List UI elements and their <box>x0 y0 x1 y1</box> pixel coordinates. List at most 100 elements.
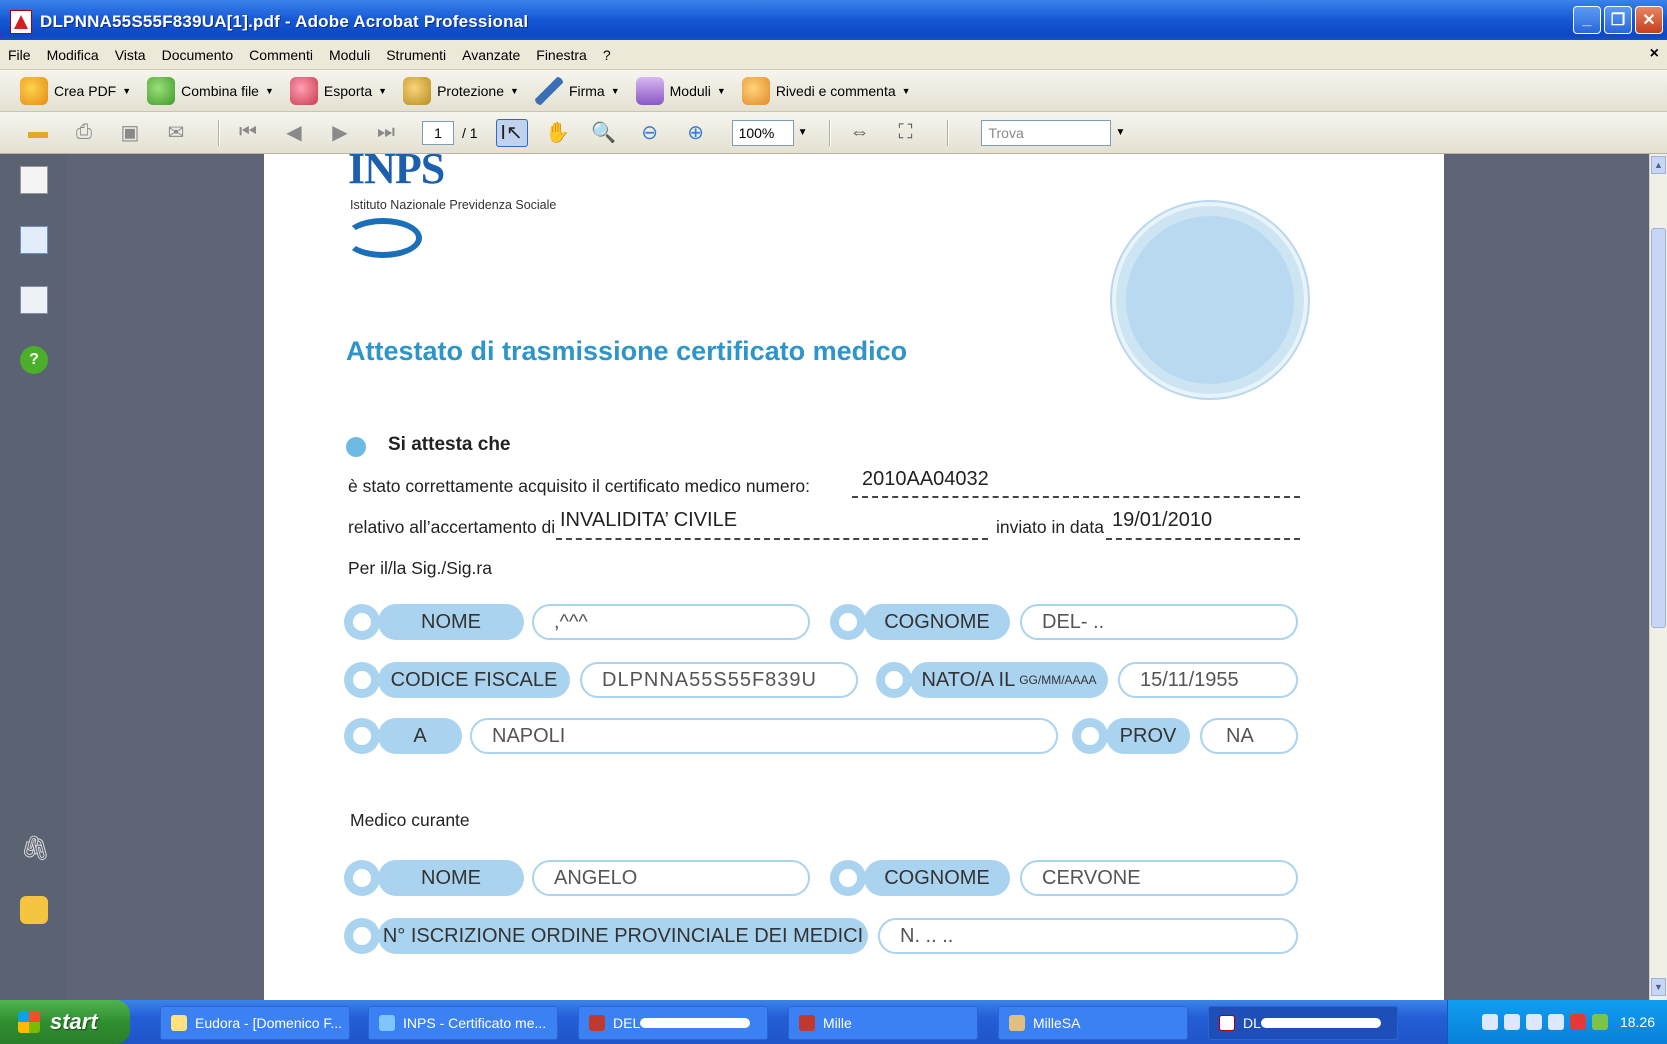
find-dropdown-icon[interactable]: ▼ <box>1115 127 1125 138</box>
start-label: start <box>50 1009 98 1034</box>
menu-modifica[interactable]: Modifica <box>39 47 107 63</box>
menu-moduli[interactable]: Moduli <box>321 47 378 63</box>
task-millesa-label: MilleSA <box>1033 1015 1081 1031</box>
firma-button[interactable]: Firma ▼ <box>534 76 620 105</box>
iscrizione-field: N. .. .. <box>878 918 1298 954</box>
forms-icon <box>635 76 664 105</box>
rivedi-commenta-label: Rivedi e commenta <box>775 82 896 99</box>
previous-page-icon[interactable]: ◀ <box>278 119 310 147</box>
task-del-label: DEL <box>613 1015 641 1031</box>
scroll-thumb[interactable] <box>1651 228 1666 628</box>
inviato-date: 19/01/2010 <box>1112 509 1213 531</box>
comment-icon <box>741 76 770 105</box>
tray-icon[interactable] <box>1591 1014 1608 1030</box>
document-area: INPS Istituto Nazionale Previdenza Socia… <box>66 154 1649 1000</box>
hand-tool-icon[interactable]: ✋ <box>542 119 574 147</box>
email-icon[interactable]: ✉ <box>160 119 192 147</box>
combina-file-button[interactable]: Combina file ▼ <box>147 76 274 105</box>
fit-page-icon[interactable]: ⛶ <box>889 119 921 147</box>
crea-pdf-label: Crea PDF <box>54 82 117 99</box>
minimize-button[interactable]: _ <box>1573 6 1601 34</box>
fit-width-icon[interactable]: ⇔ <box>843 119 875 147</box>
task-mille[interactable]: Mille <box>788 1006 978 1040</box>
menu-vista[interactable]: Vista <box>107 47 154 63</box>
task-acrobat[interactable]: DL <box>1208 1006 1398 1040</box>
moduli-button[interactable]: Moduli ▼ <box>635 76 726 105</box>
create-pdf-icon <box>20 76 48 105</box>
menu-commenti[interactable]: Commenti <box>241 47 321 63</box>
per-sig-label: Per il/la Sig./Sig.ra <box>348 558 492 578</box>
pill-knob <box>830 604 866 640</box>
combina-file-label: Combina file <box>181 82 259 99</box>
scroll-up-icon[interactable]: ▲ <box>1651 156 1666 174</box>
doctor-cognome-field: CERVONE <box>1020 860 1298 896</box>
inviato-underline <box>1106 538 1300 540</box>
doctor-nome-field: ANGELO <box>532 860 810 896</box>
crea-pdf-button[interactable]: Crea PDF ▼ <box>20 76 131 105</box>
menu-avanzate[interactable]: Avanzate <box>454 47 528 63</box>
codice-fiscale-field: DLPNNA55S55F839U <box>580 662 858 698</box>
print-icon[interactable]: ⎙ <box>68 119 100 147</box>
help-icon[interactable]: ? <box>20 346 48 374</box>
pdf-icon <box>1219 1015 1235 1031</box>
page-number-input[interactable]: 1 <box>422 120 454 145</box>
iscrizione-label: N° ISCRIZIONE ORDINE PROVINCIALE DEI MED… <box>378 918 868 954</box>
menu-strumenti[interactable]: Strumenti <box>378 47 454 63</box>
zoom-in-icon[interactable]: ⊕ <box>680 119 712 147</box>
document-close-button[interactable]: × <box>1650 45 1659 63</box>
task-millesa[interactable]: MilleSA <box>998 1006 1188 1040</box>
patient-nome-label: NOME <box>378 604 524 640</box>
nato-il-field: 15/11/1955 <box>1118 662 1298 698</box>
tray-icon[interactable] <box>1569 1014 1586 1030</box>
open-folder-icon[interactable]: ▬ <box>22 119 54 147</box>
protezione-button[interactable]: Protezione ▼ <box>403 76 519 105</box>
menu-help[interactable]: ? <box>595 47 619 63</box>
scroll-down-icon[interactable]: ▼ <box>1651 978 1666 996</box>
tray-icon[interactable] <box>1481 1014 1498 1030</box>
close-button[interactable]: ✕ <box>1635 6 1663 34</box>
zoom-dropdown-icon[interactable]: ▼ <box>798 127 808 138</box>
select-tool-icon[interactable]: I↖ <box>495 118 528 147</box>
start-button[interactable]: start <box>0 1000 130 1044</box>
zoom-level-input[interactable]: 100% <box>731 119 794 146</box>
nato-il-format: GG/MM/AAAA <box>1019 673 1097 687</box>
esporta-button[interactable]: Esporta ▼ <box>289 76 387 105</box>
tray-icon[interactable] <box>1525 1014 1542 1030</box>
task-eudora[interactable]: Eudora - [Domenico F... <box>160 1006 350 1040</box>
pages-icon[interactable] <box>20 166 48 194</box>
attachments-icon[interactable]: 🖇 <box>20 834 50 862</box>
tray-icon[interactable] <box>1503 1014 1520 1030</box>
bookmarks-icon[interactable] <box>20 226 48 254</box>
task-inps-label: INPS - Certificato me... <box>403 1015 547 1031</box>
rivedi-commenta-button[interactable]: Rivedi e commenta ▼ <box>741 76 911 105</box>
last-page-icon[interactable]: ⏭ <box>370 119 402 147</box>
inps-swirl-icon <box>344 218 422 258</box>
signatures-icon[interactable] <box>20 286 48 314</box>
find-input[interactable]: Trova <box>981 119 1112 146</box>
menu-documento[interactable]: Documento <box>154 47 242 63</box>
restore-button[interactable]: ❐ <box>1604 6 1632 34</box>
zoom-out-icon[interactable]: ⊖ <box>634 119 666 147</box>
accertamento-label: relativo all’accertamento di <box>348 517 556 537</box>
mouse-cursor-icon <box>667 192 697 224</box>
redaction <box>640 1018 751 1028</box>
luogo-nascita-field: NAPOLI <box>470 718 1058 754</box>
task-inps[interactable]: INPS - Certificato me... <box>368 1006 558 1040</box>
menu-file[interactable]: File <box>0 47 39 63</box>
taskbar: start Eudora - [Domenico F... INPS - Cer… <box>0 1000 1667 1044</box>
pill-knob <box>1072 718 1108 754</box>
comments-icon[interactable] <box>20 896 48 924</box>
marquee-zoom-icon[interactable]: 🔍 <box>588 119 620 147</box>
save-icon[interactable]: ▣ <box>114 119 146 147</box>
title-bar: DLPNNA55S55F839UA[1].pdf - Adobe Acrobat… <box>0 0 1667 44</box>
pill-knob <box>344 860 380 896</box>
vertical-scrollbar[interactable]: ▲ ▼ <box>1649 154 1667 1000</box>
pill-knob <box>830 860 866 896</box>
system-tray: 18.26 <box>1447 1000 1667 1044</box>
tray-icon[interactable] <box>1547 1014 1564 1030</box>
next-page-icon[interactable]: ▶ <box>324 119 356 147</box>
menu-finestra[interactable]: Finestra <box>528 47 595 63</box>
bullet-icon <box>346 437 366 457</box>
task-del[interactable]: DEL <box>578 1006 768 1040</box>
first-page-icon[interactable]: ⏮ <box>232 119 264 147</box>
